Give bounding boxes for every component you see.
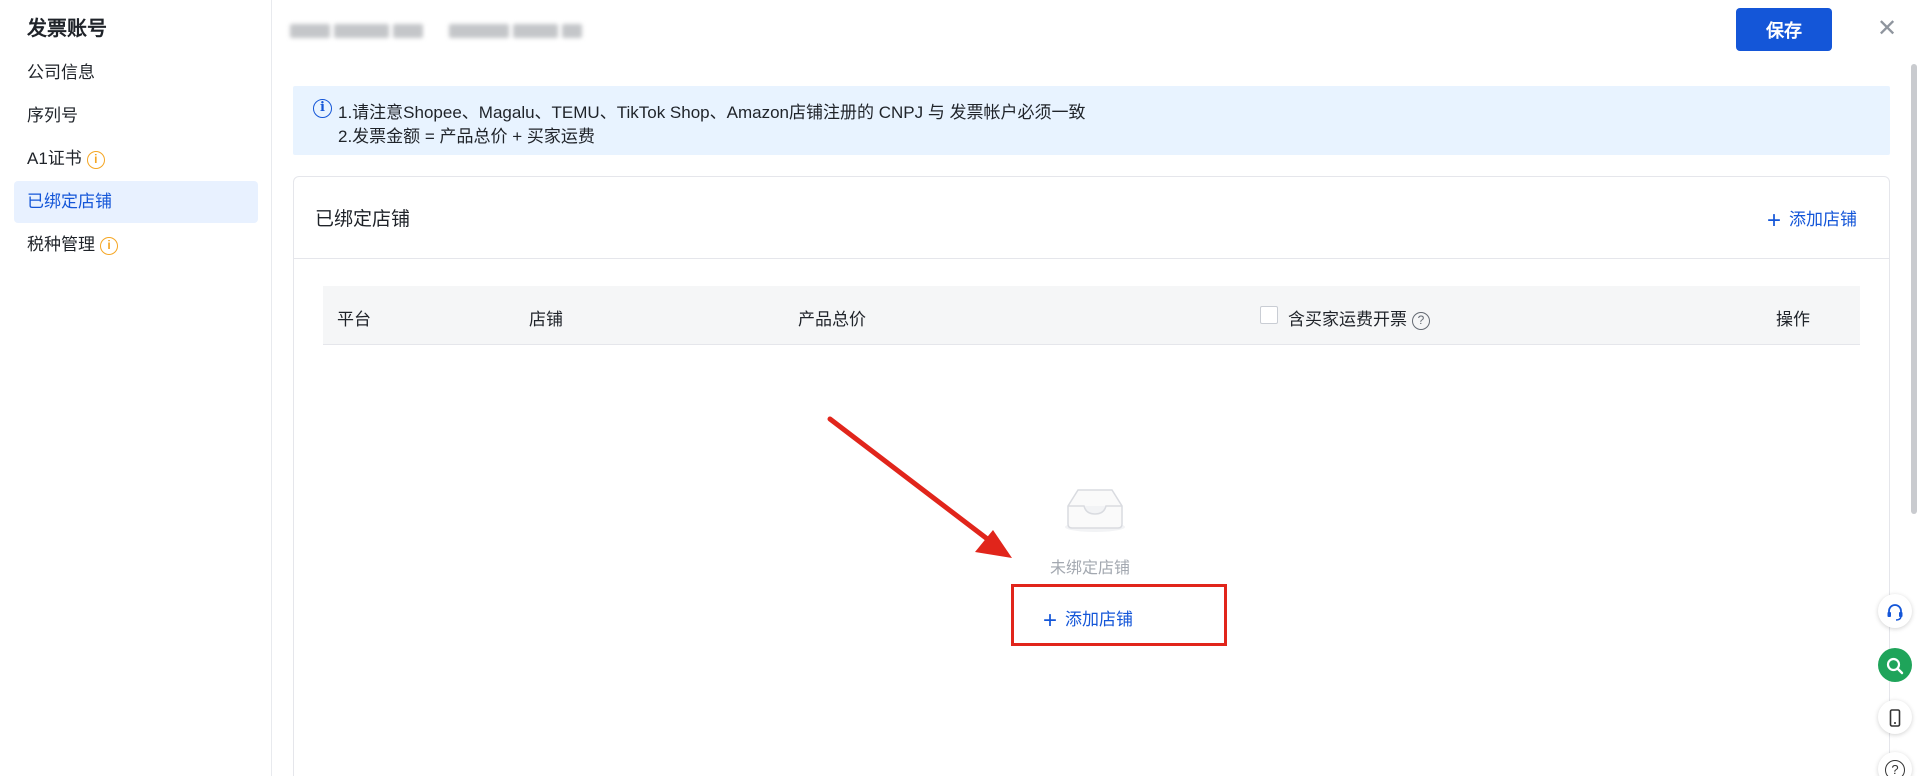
- card-header: 已绑定店铺 + 添加店铺: [294, 177, 1889, 259]
- notice-banner: i 1.请注意Shopee、Magalu、TEMU、TikTok Shop、Am…: [293, 86, 1890, 155]
- column-store: 店铺: [529, 310, 563, 329]
- warning-icon: i: [100, 236, 118, 255]
- warning-icon: i: [86, 150, 105, 169]
- sidebar-item-a1-certificate[interactable]: A1证书 i: [14, 138, 258, 180]
- sidebar-item-serial-number[interactable]: 序列号: [14, 95, 258, 137]
- add-store-label: 添加店铺: [1789, 210, 1857, 229]
- search-icon: [1886, 657, 1904, 674]
- search-button[interactable]: [1878, 648, 1912, 682]
- question-icon: ?: [1885, 759, 1905, 776]
- sidebar-item-label: 序列号: [27, 106, 78, 125]
- header: 保存 ✕: [272, 0, 1920, 62]
- headset-icon: [1887, 603, 1903, 621]
- empty-inbox-icon: [1065, 489, 1125, 532]
- sidebar-item-company-info[interactable]: 公司信息: [14, 52, 258, 94]
- sidebar-item-label: 公司信息: [27, 63, 95, 82]
- info-icon: i: [313, 99, 332, 118]
- empty-state-text: 未绑定店铺: [1050, 560, 1131, 577]
- column-platform: 平台: [337, 310, 371, 329]
- customer-service-button[interactable]: [1878, 594, 1912, 628]
- empty-add-store-label: 添加店铺: [1065, 610, 1134, 629]
- sidebar-item-tax-management[interactable]: 税种管理 i: [14, 224, 258, 266]
- column-include-shipping: 含买家运费开票?: [1288, 305, 1430, 330]
- save-button[interactable]: 保存: [1736, 8, 1832, 51]
- scrollbar[interactable]: [1911, 64, 1917, 514]
- phone-icon: [1889, 708, 1901, 727]
- sidebar-item-bound-stores[interactable]: 已绑定店铺: [14, 181, 258, 223]
- column-include-shipping-label: 含买家运费开票: [1288, 310, 1407, 329]
- card-title: 已绑定店铺: [315, 209, 411, 230]
- notice-line-1: 1.请注意Shopee、Magalu、TEMU、TikTok Shop、Amaz…: [338, 103, 1086, 122]
- sidebar: 发票账号 公司信息 序列号 A1证书 i 已绑定店铺 税种管理 i: [0, 0, 272, 776]
- sidebar-item-label: 税种管理: [27, 235, 95, 254]
- highlight-box: + 添加店铺: [1011, 584, 1227, 646]
- plus-icon: +: [1766, 207, 1781, 234]
- sidebar-title: 发票账号: [27, 18, 107, 40]
- include-shipping-checkbox[interactable]: [1260, 306, 1278, 324]
- sidebar-item-label: A1证书: [27, 149, 82, 168]
- table-header: 平台 店铺 产品总价 含买家运费开票? 操作: [323, 286, 1860, 345]
- plus-icon: +: [1043, 607, 1058, 634]
- bound-stores-card: 已绑定店铺 + 添加店铺 平台 店铺 产品总价 含买家运费开票? 操作: [293, 176, 1890, 776]
- column-product-total: 产品总价: [798, 310, 866, 329]
- add-store-button[interactable]: + 添加店铺: [1767, 205, 1857, 235]
- empty-add-store-button[interactable]: + 添加店铺: [1043, 605, 1133, 635]
- help-button[interactable]: ?: [1878, 752, 1912, 776]
- close-icon[interactable]: ✕: [1872, 14, 1902, 44]
- sidebar-item-label: 已绑定店铺: [27, 192, 112, 211]
- redacted-title: [290, 18, 590, 44]
- column-actions: 操作: [1776, 310, 1810, 329]
- notice-line-2: 2.发票金额 = 产品总价 + 买家运费: [338, 127, 595, 146]
- help-icon[interactable]: ?: [1412, 312, 1430, 330]
- mobile-button[interactable]: [1878, 700, 1912, 734]
